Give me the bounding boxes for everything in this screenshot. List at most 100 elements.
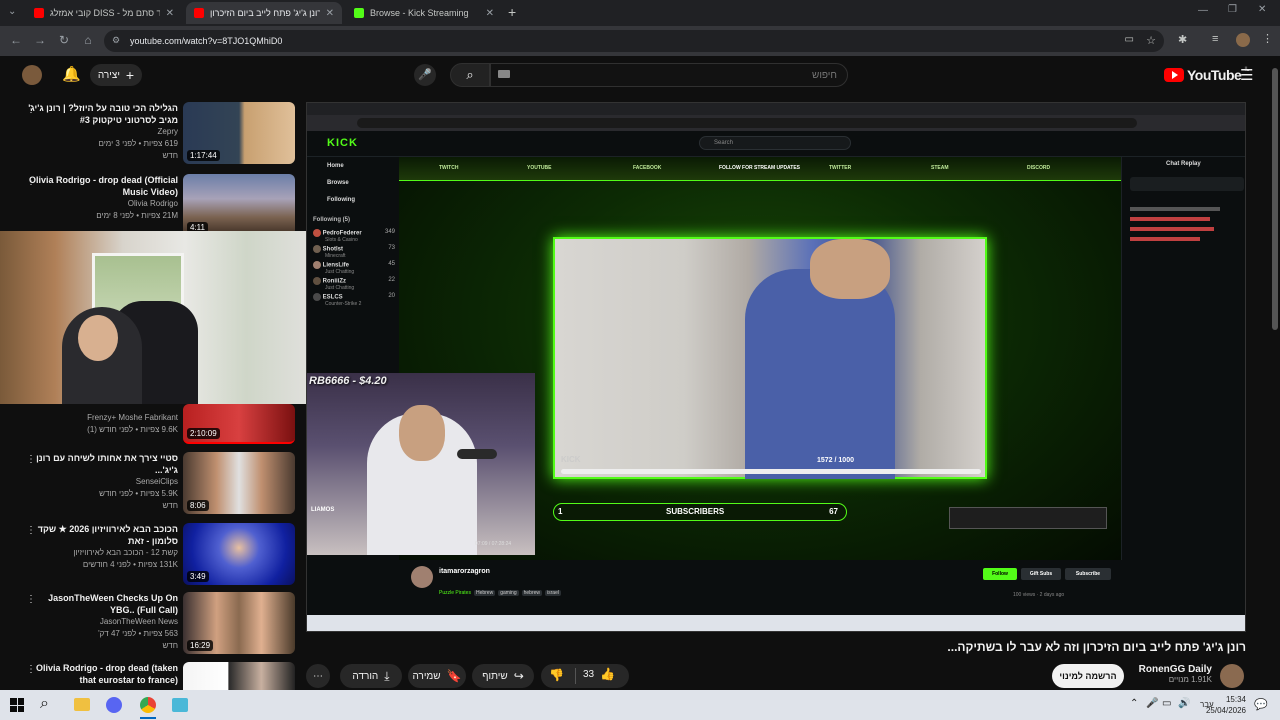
notifications-bell-icon[interactable]: 🔔	[62, 65, 81, 83]
list-item[interactable]: ⋮ הגלילה הכי טובה על היוזל? | רונן ג'יג'…	[0, 102, 300, 168]
file-explorer-icon[interactable]	[74, 698, 90, 711]
browser-menu-icon[interactable]: ⋮	[1262, 32, 1273, 45]
page-scrollbar[interactable]	[1272, 68, 1278, 330]
youtube-play-icon	[1164, 68, 1184, 82]
chat-line	[1130, 237, 1200, 241]
video-thumbnail[interactable]: 2:10:09	[183, 404, 295, 444]
video-title: Olivia Rodrigo - drop dead (Official Mus…	[28, 175, 178, 197]
tab-kick[interactable]: Browse - Kick Streaming ✕	[346, 2, 502, 24]
search-icon: ⌕	[466, 67, 474, 82]
webcam-overlay	[0, 231, 308, 404]
share-button[interactable]: שיתוף ↪	[472, 664, 534, 688]
new-badge: חדש	[162, 151, 178, 160]
extensions-icon[interactable]: ✱	[1178, 33, 1187, 46]
list-item[interactable]: ⋮ JasonTheWeen Checks Up On YBG.. (Full …	[0, 592, 300, 658]
like-button[interactable]: 33 👍	[583, 667, 615, 681]
browser-tab-bar: ⌄ קובי אמזלג DISS - עוד סתם מל... ✕ רונן…	[0, 0, 1280, 26]
tag-category: Puzzle Pirates	[439, 590, 471, 596]
guide-menu-icon[interactable]: ☰	[1240, 66, 1253, 84]
download-icon: ⤓	[384, 668, 390, 683]
video-thumbnail[interactable]: 16:29	[183, 592, 295, 654]
forward-icon[interactable]: →	[32, 33, 48, 47]
tab-list-icon[interactable]: ⌄	[8, 6, 16, 17]
list-item[interactable]: ⋮ הכוכב הבא לאירוויזיון 2026 ★ שקד סלומו…	[0, 523, 300, 589]
tab-close-icon[interactable]: ✕	[166, 8, 174, 19]
taskbar-search-icon[interactable]: ⌕	[40, 695, 49, 713]
kick-following-category: Slots & Casino	[325, 237, 358, 243]
video-thumbnail[interactable]: 4:11	[183, 174, 295, 236]
kick-following-name: Shotlst	[322, 246, 344, 253]
more-actions-button[interactable]: ⋯	[306, 664, 330, 688]
new-tab-button[interactable]: +	[508, 4, 516, 20]
download-button[interactable]: הורדה ⤓	[340, 664, 402, 688]
back-icon[interactable]: ←	[8, 33, 24, 47]
list-item[interactable]: ⋮ סטיי צירך את אחותו לשיחה עם רונן ג'יג'…	[0, 452, 300, 518]
site-info-icon[interactable]: ⚙	[112, 35, 120, 46]
home-icon[interactable]: ⌂	[80, 33, 96, 47]
tag: hebrew	[521, 590, 543, 596]
tray-chevron-icon[interactable]: ⌃	[1130, 698, 1138, 709]
video-meta: Frenzy+ Moshe Fabrikant 9.6K צפיות • לפנ…	[26, 406, 178, 436]
tab-diss[interactable]: קובי אמזלג DISS - עוד סתם מל... ✕	[26, 2, 182, 24]
url-text: youtube.com/watch?v=8TJO1QMhiD0	[130, 36, 283, 46]
video-duration: 1:17:44	[187, 150, 220, 161]
clock[interactable]: 15:34 25/04/2026	[1200, 694, 1246, 716]
microphone-shape	[457, 449, 497, 459]
search-button[interactable]: ⌕	[450, 63, 490, 87]
reload-icon[interactable]: ↻	[56, 33, 72, 47]
tab-current-video[interactable]: רונן ג'יג' פתח לייב ביום הזיכרון ... ✕	[186, 2, 342, 24]
account-avatar[interactable]	[22, 65, 42, 85]
discord-icon[interactable]	[106, 697, 122, 713]
profile-avatar[interactable]	[1236, 33, 1250, 47]
address-bar[interactable]: ⚙ youtube.com/watch?v=8TJO1QMhiD0 ☆ ▭	[104, 30, 1164, 52]
create-button[interactable]: יצירה +	[90, 64, 142, 86]
notification-center-icon[interactable]: 💬	[1254, 698, 1268, 711]
subscribe-button[interactable]: הרשמה למינוי	[1052, 664, 1124, 688]
video-player[interactable]: KICK Search Home Browse Following Follow…	[306, 102, 1246, 632]
start-button[interactable]	[10, 698, 24, 712]
cast-icon[interactable]: ▭	[1125, 34, 1134, 45]
video-stats: 21M צפיות • לפני 8 ימים	[96, 211, 178, 220]
kick-search-placeholder: Search	[714, 140, 734, 146]
nested-player-time: 07:09 / 07:28:24	[475, 541, 512, 547]
browser-toolbar: ← → ↻ ⌂ ⚙ youtube.com/watch?v=8TJO1QMhiD…	[0, 26, 1280, 56]
list-item[interactable]: ⋮ Olivia Rodrigo - drop dead (taken that…	[0, 662, 300, 690]
volume-icon[interactable]: 🔊	[1178, 698, 1190, 709]
keyboard-icon[interactable]	[498, 70, 510, 78]
kick-following-item: LiensLife 45 Just Chatting	[313, 261, 395, 275]
video-thumbnail[interactable]: 3:49	[183, 523, 295, 585]
youtube-logo[interactable]: YouTube IL	[1164, 67, 1249, 83]
video-thumbnail[interactable]	[183, 662, 295, 690]
video-title: הכוכב הבא לאירוויזיון 2026 ★ שקד סלומון …	[37, 524, 178, 546]
tab-close-icon[interactable]: ✕	[486, 8, 494, 19]
tab-close-icon[interactable]: ✕	[326, 8, 334, 19]
video-title: סטיי צירך את אחותו לשיחה עם רונן ג'יג'..…	[36, 453, 178, 475]
bookmark-star-icon[interactable]: ☆	[1146, 34, 1156, 47]
kick-gift-subs-button: Gift Subs	[1021, 568, 1061, 580]
channel-name: Olivia Rodrigo	[127, 199, 178, 208]
channel-avatar[interactable]	[1220, 664, 1244, 688]
video-thumbnail[interactable]: 1:17:44	[183, 102, 295, 164]
voice-search-icon[interactable]: 🎤	[414, 64, 436, 86]
search-input[interactable]	[490, 63, 848, 87]
face-shape	[399, 405, 445, 461]
dislike-button[interactable]: 👎	[549, 668, 564, 682]
share-label: שיתוף	[482, 670, 508, 682]
sub-label: SUBSCRIBERS	[666, 507, 725, 516]
kick-follow-button: Follow	[983, 568, 1017, 580]
app-icon[interactable]	[172, 698, 188, 712]
save-button[interactable]: שמירה 🔖	[408, 664, 466, 688]
channel-name: JasonTheWeen News	[99, 617, 178, 626]
maximize-button[interactable]: ❐	[1228, 4, 1237, 15]
face-shape	[78, 315, 118, 361]
network-icon[interactable]: ▭	[1162, 698, 1171, 709]
minimize-button[interactable]: —	[1198, 5, 1208, 16]
banner-youtube: YOUTUBE	[527, 165, 552, 171]
chrome-icon[interactable]	[140, 697, 156, 713]
bookmark-icon: 🔖	[446, 669, 462, 683]
reading-list-icon[interactable]: ≡	[1212, 33, 1218, 45]
video-thumbnail[interactable]: 8:06	[183, 452, 295, 514]
microphone-tray-icon[interactable]: 🎤	[1146, 698, 1158, 709]
close-window-button[interactable]: ✕	[1258, 4, 1266, 15]
kick-nav-home: Home	[327, 163, 344, 169]
